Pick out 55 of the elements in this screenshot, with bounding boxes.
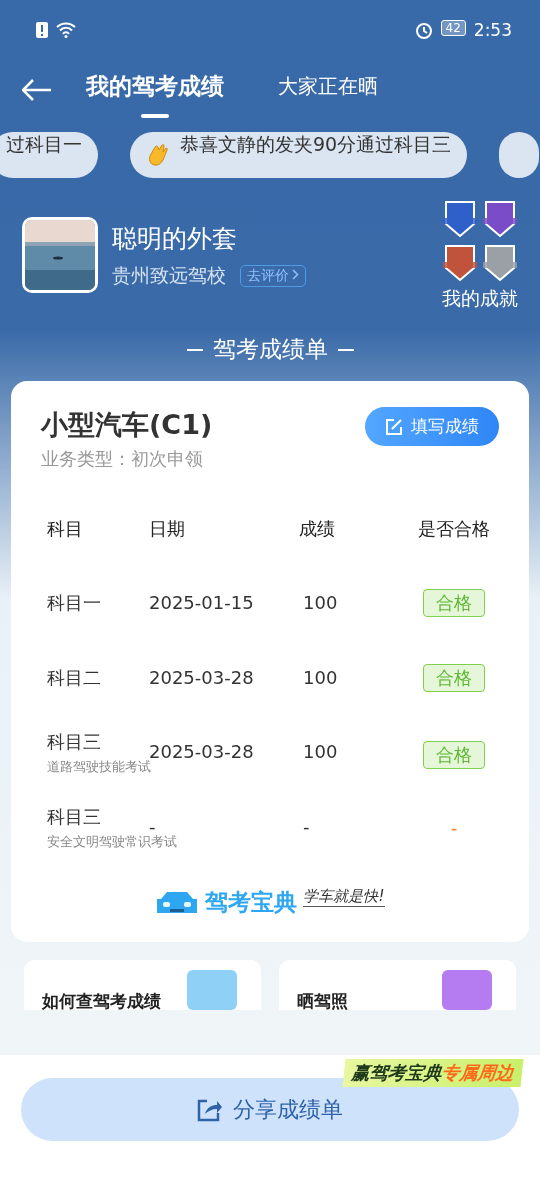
subject-note: 道路驾驶技能考试 [47, 758, 151, 776]
brand-slogan: 学车就是快! [303, 887, 385, 907]
wifi-icon [56, 22, 76, 38]
column-header: 日期 [149, 517, 185, 541]
user-name: 聪明的外套 [112, 222, 237, 255]
result-badge: 合格 [423, 741, 485, 769]
chevron-right-icon [292, 268, 299, 280]
table-cell: 2025-03-28 [149, 667, 254, 688]
review-link[interactable]: 去评价 [240, 264, 306, 287]
badge-icon [482, 242, 518, 282]
sim-alert-icon [36, 22, 48, 38]
fill-score-button[interactable]: 填写成绩 [365, 407, 499, 446]
back-arrow-icon[interactable] [22, 79, 52, 101]
congrats-text: 过科目一 [6, 132, 82, 157]
info-card[interactable]: 晒驾照 [279, 960, 516, 1010]
result-text: - [449, 816, 459, 839]
folder-icon [442, 970, 492, 1010]
result-badge: 合格 [423, 588, 485, 617]
result-badge: 合格 [423, 663, 485, 692]
section-title: 驾考成绩单 [212, 335, 328, 364]
table-cell-text: - [302, 816, 310, 837]
document-icon [187, 970, 237, 1010]
table-cell-text: 100 [302, 741, 338, 762]
table-cell: 2025-03-28 [149, 741, 254, 762]
card-title: 如何查驾考成绩 [42, 991, 161, 1010]
table-cell: 科目一 [47, 590, 101, 615]
card-title: 晒驾照 [297, 991, 348, 1010]
info-card[interactable]: 如何查驾考成绩 [24, 960, 261, 1010]
table-cell-text: 100 [302, 592, 338, 613]
nav-tab[interactable]: 我的驾考成绩 [86, 62, 224, 118]
congrats-text: 恭喜文静的发夹90分通过科目三 [180, 132, 452, 157]
table-cell: 科目三 [47, 729, 101, 754]
badge-icon [442, 242, 478, 282]
congrats-pill [499, 132, 540, 178]
nav-tab[interactable]: 大家正在晒 [278, 64, 378, 116]
column-header: 科目 [47, 517, 83, 541]
vehicle-type: 小型汽车(C1) [41, 408, 213, 442]
badge-icon [442, 198, 478, 238]
table-cell-text: 100 [302, 667, 338, 688]
promo-ribbon[interactable]: 赢驾考宝典专属周边 [342, 1059, 524, 1087]
share-icon [197, 1097, 223, 1122]
table-cell: 2025-01-15 [149, 592, 254, 613]
table-cell: 科目二 [47, 665, 101, 690]
achievements-label[interactable]: 我的成就 [442, 286, 518, 312]
battery-level: 42 [440, 20, 466, 36]
column-header: 是否合格 [418, 517, 490, 541]
clock-time: 2:53 [473, 20, 512, 40]
brand-name: 驾考宝典 [205, 888, 298, 917]
school-name: 贵州致远驾校 [112, 262, 226, 288]
badge-icon [482, 198, 518, 238]
column-header: 成绩 [299, 517, 335, 541]
edit-icon [385, 417, 403, 436]
table-cell: 科目三 [47, 804, 101, 829]
alarm-icon [414, 21, 433, 39]
business-type: 业务类型：初次申领 [41, 447, 203, 471]
